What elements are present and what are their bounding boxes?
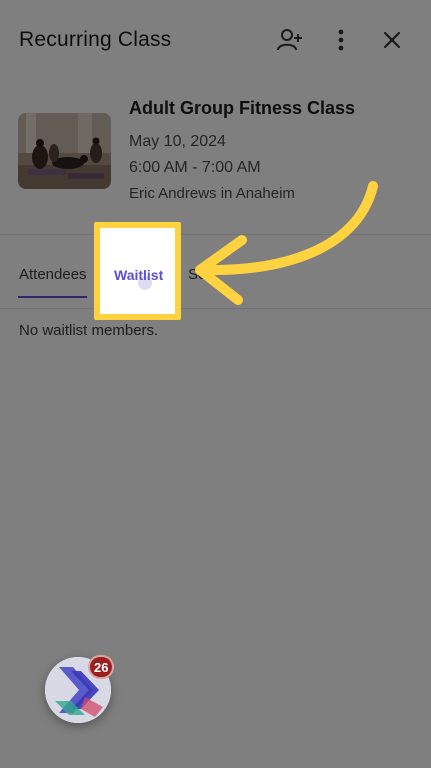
tab-waitlist-highlighted[interactable]: Waitlist [114, 267, 163, 283]
class-time: 6:00 AM - 7:00 AM [129, 159, 261, 176]
page-title: Recurring Class [19, 28, 172, 51]
tab-bar: Attendees Waitlist Se [0, 236, 431, 308]
add-attendee-button[interactable] [274, 24, 306, 56]
more-vertical-icon [338, 29, 344, 51]
tab-attendees[interactable]: Attendees [19, 266, 87, 283]
waitlist-empty-message: No waitlist members. [19, 322, 159, 339]
active-tab-indicator [18, 296, 87, 298]
tab-sessions[interactable]: Se [188, 266, 206, 283]
close-icon [383, 31, 401, 49]
tutorial-highlight-box: Waitlist [94, 222, 181, 320]
divider [0, 234, 431, 235]
notification-badge: 26 [88, 655, 115, 679]
recurring-class-panel: Recurring Class Adult Group Fitness Clas… [0, 0, 431, 768]
divider [0, 308, 431, 309]
class-thumbnail [18, 113, 111, 189]
class-name: Adult Group Fitness Class [129, 98, 356, 118]
panel-header: Recurring Class [0, 0, 431, 80]
class-instructor-location: Eric Andrews in Anaheim [129, 185, 295, 202]
close-button[interactable] [376, 24, 408, 56]
class-date: May 10, 2024 [129, 133, 226, 150]
more-options-button[interactable] [325, 24, 357, 56]
class-details: Adult Group Fitness Class May 10, 2024 6… [0, 90, 431, 230]
person-add-icon [277, 29, 302, 51]
